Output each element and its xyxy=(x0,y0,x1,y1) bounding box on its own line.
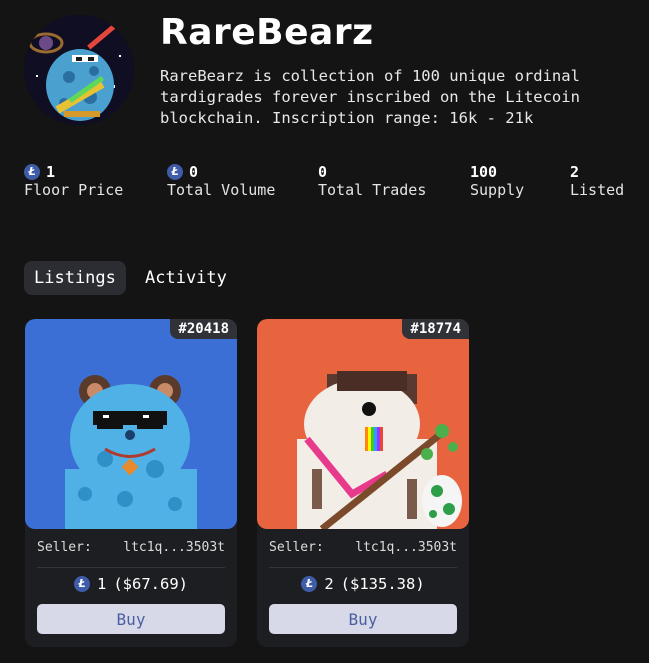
tab-listings[interactable]: Listings xyxy=(24,261,126,295)
seller-row: Seller: ltc1q...3503t xyxy=(269,540,457,568)
nft-image[interactable] xyxy=(25,319,237,529)
inscription-badge: #18774 xyxy=(402,319,469,339)
stat-label: Listed xyxy=(570,181,625,199)
stat-label: Supply xyxy=(470,181,525,199)
price-value: 2 xyxy=(324,575,334,593)
collection-avatar xyxy=(24,15,134,125)
stat-value: 1 xyxy=(46,163,56,181)
buy-button[interactable]: Buy xyxy=(37,604,225,634)
stat-label: Total Volume xyxy=(167,181,276,199)
litecoin-icon: Ł xyxy=(74,576,90,592)
seller-address[interactable]: ltc1q...3503t xyxy=(355,540,457,555)
stat-label: Total Trades xyxy=(318,181,427,199)
price-row: Ł 2 ($135.38) xyxy=(257,575,469,593)
seller-address[interactable]: ltc1q...3503t xyxy=(123,540,225,555)
stat-total-volume: Ł0 Total Volume xyxy=(167,163,275,199)
nft-image[interactable] xyxy=(257,319,469,529)
collection-description: RareBearz is collection of 100 unique or… xyxy=(160,67,580,127)
litecoin-icon: Ł xyxy=(167,164,183,180)
seller-label: Seller: xyxy=(37,540,92,555)
stat-value: 0 xyxy=(318,163,328,181)
price-row: Ł 1 ($67.69) xyxy=(25,575,237,593)
stat-floor-price: Ł1 Floor Price xyxy=(24,163,123,199)
stat-label: Floor Price xyxy=(24,181,124,199)
litecoin-icon: Ł xyxy=(24,164,40,180)
price-usd: ($135.38) xyxy=(340,575,425,593)
seller-label: Seller: xyxy=(269,540,324,555)
seller-row: Seller: ltc1q...3503t xyxy=(37,540,225,568)
stat-listed: 2 Listed xyxy=(570,163,624,199)
stat-value: 100 xyxy=(470,163,498,181)
stat-total-trades: 0 Total Trades xyxy=(318,163,426,199)
price-usd: ($67.69) xyxy=(113,575,188,593)
stat-value: 0 xyxy=(189,163,199,181)
inscription-badge: #20418 xyxy=(170,319,237,339)
listing-card[interactable]: #18774 Seller: ltc1q...3503t Ł 2 ($135.3… xyxy=(257,319,469,647)
price-value: 1 xyxy=(97,575,107,593)
litecoin-icon: Ł xyxy=(301,576,318,592)
tab-activity[interactable]: Activity xyxy=(135,261,237,295)
buy-button[interactable]: Buy xyxy=(269,604,457,634)
stat-supply: 100 Supply xyxy=(470,163,524,199)
listing-card[interactable]: #20418 Seller: ltc1q...3503t Ł 1 ($67.69… xyxy=(25,319,237,647)
collection-title: RareBearz xyxy=(160,12,374,53)
stat-value: 2 xyxy=(570,163,580,181)
